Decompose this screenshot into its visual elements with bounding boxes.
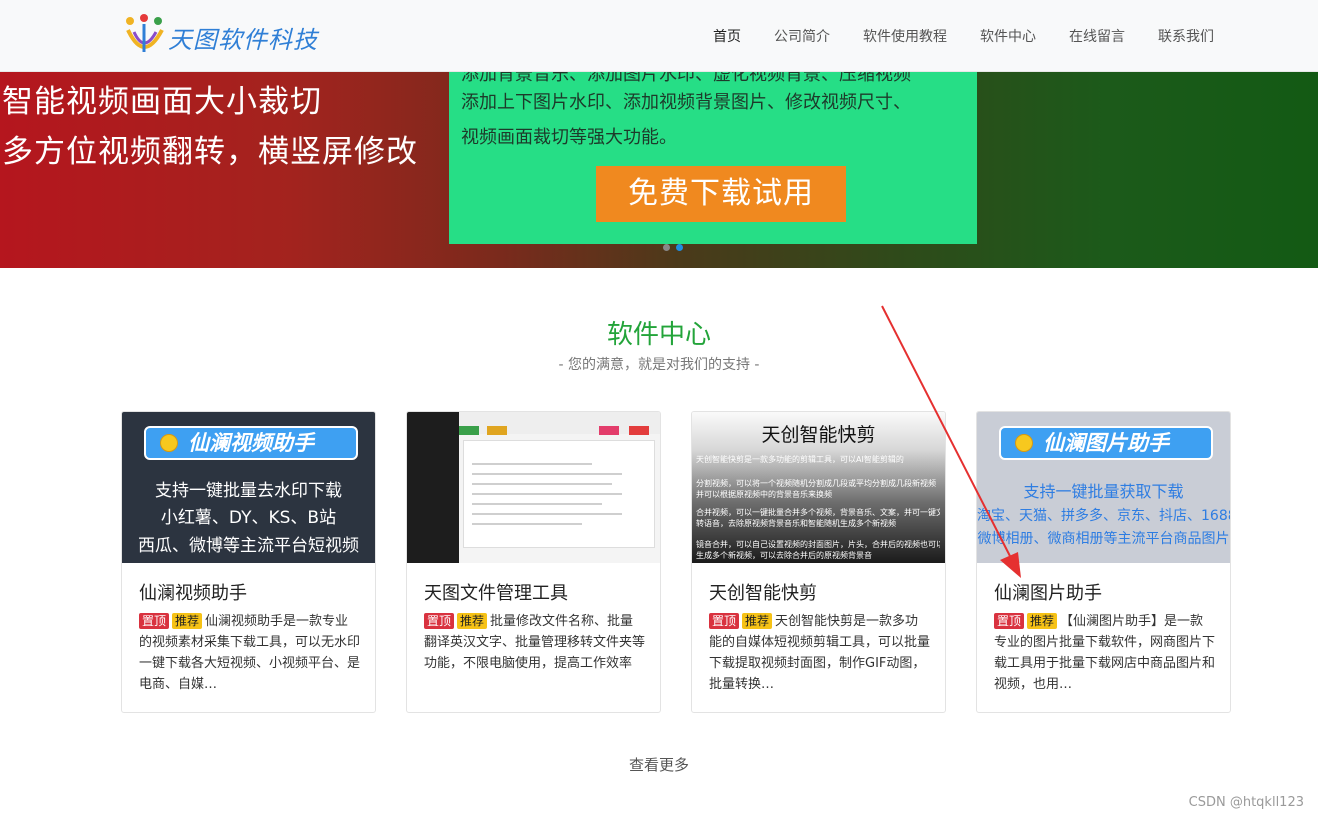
product-title[interactable]: 天图文件管理工具 xyxy=(424,579,568,605)
thumb-title: 天创智能快剪 xyxy=(761,424,876,446)
thumb-text: 转语音，去除原视频背景音乐和智能随机生成多个新视频 xyxy=(696,519,896,528)
product-card[interactable]: 天创智能快剪 天创智能快剪是一款多功能的剪辑工具，可以AI智能剪辑的 分割视频，… xyxy=(691,411,946,713)
product-thumbnail: 仙澜图片助手 支持一键批量获取下载 淘宝、天猫、拼多多、京东、抖店、1688 微… xyxy=(977,412,1230,563)
text-line-graphic xyxy=(472,463,592,465)
product-description: 置顶 推荐 天创智能快剪是一款多功能的自媒体短视频剪辑工具，可以批量下载提取视频封面… xyxy=(709,611,931,695)
hero-banner[interactable]: 智能视频画面大小裁切 多方位视频翻转，横竖屏修改 添加背景音乐、添加图片水印、虚… xyxy=(0,72,1318,268)
text-line-graphic xyxy=(472,473,622,475)
app-sidebar-graphic xyxy=(407,412,459,563)
toolbar-button-graphic xyxy=(629,426,649,435)
pinned-tag: 置顶 xyxy=(139,613,170,629)
carousel-dot[interactable] xyxy=(663,244,670,251)
product-card[interactable]: 仙澜视频助手 支持一键批量去水印下载 小红薯、DY、KS、B站 西瓜、微博等主流… xyxy=(121,411,376,713)
brand-logo[interactable]: 天图软件科技 xyxy=(122,12,318,62)
product-thumbnail: 天创智能快剪 天创智能快剪是一款多功能的剪辑工具，可以AI智能剪辑的 分割视频，… xyxy=(692,412,945,563)
text-line-graphic xyxy=(472,523,582,525)
thumb-text: 天创智能快剪是一款多功能的剪辑工具，可以AI智能剪辑的 xyxy=(696,455,904,464)
thumb-text: 支持一键批量去水印下载 xyxy=(155,481,342,501)
smiley-icon xyxy=(1015,434,1033,452)
product-card[interactable]: 仙澜图片助手 支持一键批量获取下载 淘宝、天猫、拼多多、京东、抖店、1688 微… xyxy=(976,411,1231,713)
banner-line: 智能视频画面大小裁切 xyxy=(2,84,322,120)
main-nav: 首页 公司简介 软件使用教程 软件中心 在线留言 联系我们 xyxy=(680,0,1214,72)
banner-card-text: 添加上下图片水印、添加视频背景图片、修改视频尺寸、 xyxy=(461,92,911,113)
toolbar-button-graphic xyxy=(599,426,619,435)
banner-card-text: 添加背景音乐、添加图片水印、虚化视频背景、压缩视频 xyxy=(461,72,911,85)
thumb-text: 西瓜、微博等主流平台短视频 xyxy=(138,536,359,556)
free-download-button[interactable]: 免费下载试用 xyxy=(596,166,846,222)
thumb-text: 支持一键批量获取下载 xyxy=(1023,482,1184,501)
thumb-text: 合并视频，可以一键批量合并多个视频，背景音乐、文案，并可一键文案 xyxy=(696,508,940,517)
nav-item-contact[interactable]: 联系我们 xyxy=(1158,26,1214,46)
product-title[interactable]: 仙澜图片助手 xyxy=(994,579,1102,605)
watermark: CSDN @htqkll123 xyxy=(1188,795,1304,810)
nav-item-home[interactable]: 首页 xyxy=(713,26,741,46)
product-description: 置顶 推荐 【仙澜图片助手】是一款专业的图片批量下载软件，网商图片下载工具用于批量下… xyxy=(994,611,1216,695)
nav-item-message[interactable]: 在线留言 xyxy=(1069,26,1125,46)
recommended-tag: 推荐 xyxy=(1027,613,1058,629)
text-line-graphic xyxy=(472,493,622,495)
banner-line: 多方位视频翻转，横竖屏修改 xyxy=(2,134,418,170)
section-title: 软件中心 xyxy=(606,320,711,350)
thumb-text: 小红薯、DY、KS、B站 xyxy=(160,508,337,528)
product-card[interactable]: 天图文件管理工具 置顶 推荐 批量修改文件名称、批量翻译英汉文字、批量管理移转文件夹… xyxy=(406,411,661,713)
thumb-banner-pill: 仙澜视频助手 xyxy=(144,426,358,460)
carousel-indicators xyxy=(663,244,689,251)
product-description: 置顶 推荐 批量修改文件名称、批量翻译英汉文字、批量管理移转文件夹等功能，不限电脑使… xyxy=(424,611,646,674)
text-line-graphic xyxy=(472,503,602,505)
nav-item-software-center[interactable]: 软件中心 xyxy=(980,26,1036,46)
thumb-pill-text: 仙澜视频助手 xyxy=(188,431,314,455)
pinned-tag: 置顶 xyxy=(424,613,455,629)
nav-item-about[interactable]: 公司简介 xyxy=(774,26,830,46)
brand-name: 天图软件科技 xyxy=(168,25,318,54)
thumb-pill-text: 仙澜图片助手 xyxy=(1043,431,1169,455)
thumb-text: 分割视频，可以将一个视频随机分割成几段或平均分割成几段新视频 xyxy=(696,479,936,488)
pinned-tag: 置顶 xyxy=(994,613,1025,629)
pinned-tag: 置顶 xyxy=(709,613,740,629)
text-line-graphic xyxy=(472,513,622,515)
banner-feature-card: 添加背景音乐、添加图片水印、虚化视频背景、压缩视频 添加上下图片水印、添加视频背… xyxy=(449,72,977,244)
thumb-text: 生成多个新视频，可以去除合并后的原视频背景音 xyxy=(696,551,872,560)
view-more-link[interactable]: 查看更多 xyxy=(0,754,1318,775)
smiley-icon xyxy=(160,434,178,452)
banner-card-text: 视频画面裁切等强大功能。 xyxy=(461,127,677,148)
app-toolbar-graphic xyxy=(459,412,660,435)
thumb-text: 并可以根据原视频中的背景音乐来换频 xyxy=(696,490,832,499)
toolbar-button-graphic xyxy=(487,426,507,435)
recommended-tag: 推荐 xyxy=(457,613,488,629)
recommended-tag: 推荐 xyxy=(172,613,203,629)
product-thumbnail xyxy=(407,412,660,563)
section-subtitle: - 您的满意，就是对我们的支持 - xyxy=(558,357,760,373)
text-line-graphic xyxy=(472,483,612,485)
product-title[interactable]: 天创智能快剪 xyxy=(709,579,817,605)
logo-icon xyxy=(126,14,164,52)
carousel-dot-active[interactable] xyxy=(676,244,683,251)
product-description: 置顶 推荐 仙澜视频助手是一款专业的视频素材采集下载工具，可以无水印一键下载各大短视… xyxy=(139,611,361,695)
top-navbar: 天图软件科技 首页 公司简介 软件使用教程 软件中心 在线留言 联系我们 xyxy=(0,0,1318,72)
thumb-text: 淘宝、天猫、拼多多、京东、抖店、1688 xyxy=(977,508,1230,524)
nav-item-tutorials[interactable]: 软件使用教程 xyxy=(863,26,947,46)
thumb-text: 镜音合并，可以自己设置视频的封面图片，片头，合并后的视频也可以随机 xyxy=(696,540,940,549)
toolbar-button-graphic xyxy=(459,426,479,435)
app-content-graphic xyxy=(463,440,655,548)
product-title[interactable]: 仙澜视频助手 xyxy=(139,579,247,605)
recommended-tag: 推荐 xyxy=(742,613,773,629)
product-thumbnail: 仙澜视频助手 支持一键批量去水印下载 小红薯、DY、KS、B站 西瓜、微博等主流… xyxy=(122,412,375,563)
thumb-banner-pill: 仙澜图片助手 xyxy=(999,426,1213,460)
thumb-text: 微博相册、微商相册等主流平台商品图片 xyxy=(977,531,1230,547)
